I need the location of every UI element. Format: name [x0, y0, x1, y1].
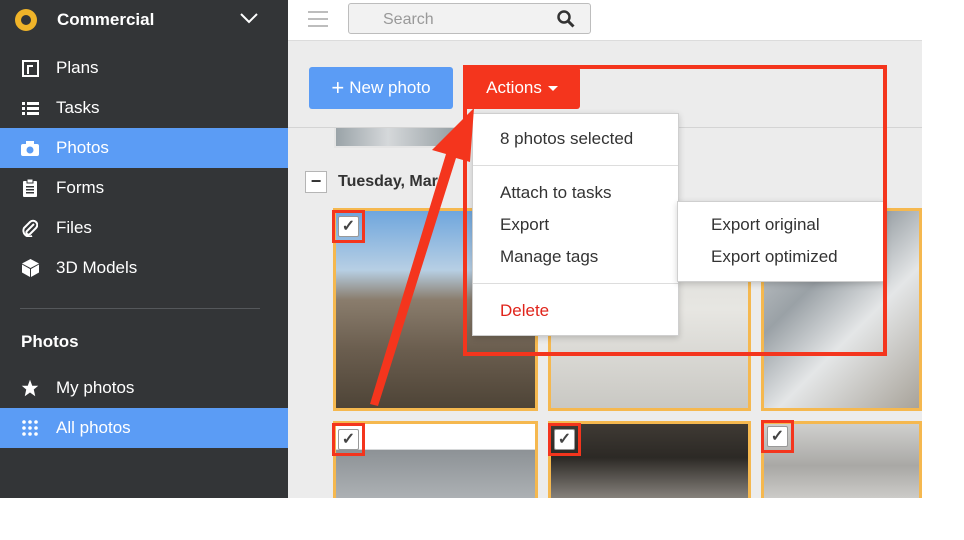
grid-icon	[21, 419, 39, 437]
menu-item-export-optimized[interactable]: Export optimized	[711, 247, 838, 267]
paperclip-icon	[21, 219, 39, 237]
menu-item-delete[interactable]: Delete	[500, 301, 549, 321]
actions-label: Actions	[486, 78, 542, 97]
menu-divider	[473, 165, 678, 166]
export-submenu: Export original Export optimized	[677, 201, 885, 282]
selected-count-label: 8 photos selected	[500, 129, 634, 148]
menu-divider	[473, 283, 678, 284]
sidebar-item-label: Plans	[56, 58, 99, 77]
photo-checkbox[interactable]: ✓	[338, 429, 359, 450]
photo-thumbnail[interactable]	[334, 128, 468, 148]
sidebar-section-title: Photos	[21, 332, 79, 351]
new-photo-button[interactable]: + New photo	[309, 67, 453, 109]
list-icon	[21, 99, 39, 117]
sidebar-item-label: Tasks	[56, 98, 100, 117]
app-window: Commercial Plans Tasks Photos Forms File…	[0, 0, 922, 498]
date-group-label: Tuesday, Mar	[338, 173, 438, 190]
actions-button[interactable]: Actions	[464, 67, 580, 109]
sidebar-item-label: 3D Models	[56, 258, 138, 277]
sidebar-item-all-photos[interactable]: All photos	[0, 408, 288, 448]
new-photo-label: New photo	[349, 78, 431, 97]
search-placeholder: Search	[383, 11, 434, 28]
sidebar-item-photos[interactable]: Photos	[0, 128, 288, 168]
actions-dropdown-menu: 8 photos selected Attach to tasks Export…	[472, 113, 679, 336]
menu-item-export-original[interactable]: Export original	[711, 215, 820, 235]
sidebar-divider	[20, 308, 260, 309]
sidebar-item-3d-models[interactable]: 3D Models	[0, 248, 288, 288]
star-icon	[21, 379, 39, 397]
sidebar-item-label: Files	[56, 218, 92, 237]
photo-checkbox[interactable]: ✓	[554, 429, 575, 450]
photo-checkbox[interactable]: ✓	[338, 216, 359, 237]
top-bar: Search	[288, 0, 922, 41]
menu-item-attach-to-tasks[interactable]: Attach to tasks	[500, 183, 612, 203]
menu-item-export[interactable]: Export	[500, 215, 549, 235]
caret-down-icon	[547, 85, 558, 91]
sidebar-item-files[interactable]: Files	[0, 208, 288, 248]
sidebar-item-tasks[interactable]: Tasks	[0, 88, 288, 128]
sidebar: Commercial Plans Tasks Photos Forms File…	[0, 0, 288, 498]
cube-icon	[21, 259, 39, 277]
sidebar-item-label: My photos	[56, 378, 135, 397]
sidebar-item-label: Photos	[56, 138, 109, 157]
sidebar-item-forms[interactable]: Forms	[0, 168, 288, 208]
photo-checkbox[interactable]: ✓	[767, 426, 788, 447]
plans-icon	[21, 59, 39, 77]
app-logo-icon	[15, 9, 37, 31]
search-input[interactable]: Search	[348, 3, 591, 34]
plus-icon: +	[331, 75, 345, 100]
project-name: Commercial	[57, 10, 155, 29]
search-icon[interactable]	[557, 10, 575, 28]
hamburger-menu-icon[interactable]	[308, 11, 328, 29]
camera-icon	[21, 139, 39, 157]
sidebar-item-my-photos[interactable]: My photos	[0, 368, 288, 408]
menu-item-manage-tags[interactable]: Manage tags	[500, 247, 598, 267]
sidebar-item-label: Forms	[56, 178, 105, 197]
clipboard-icon	[21, 179, 39, 197]
chevron-down-icon[interactable]	[240, 12, 258, 24]
sidebar-item-plans[interactable]: Plans	[0, 48, 288, 88]
sidebar-item-label: All photos	[56, 418, 131, 437]
project-switcher[interactable]: Commercial	[0, 0, 288, 40]
collapse-group-button[interactable]: −	[305, 171, 327, 193]
